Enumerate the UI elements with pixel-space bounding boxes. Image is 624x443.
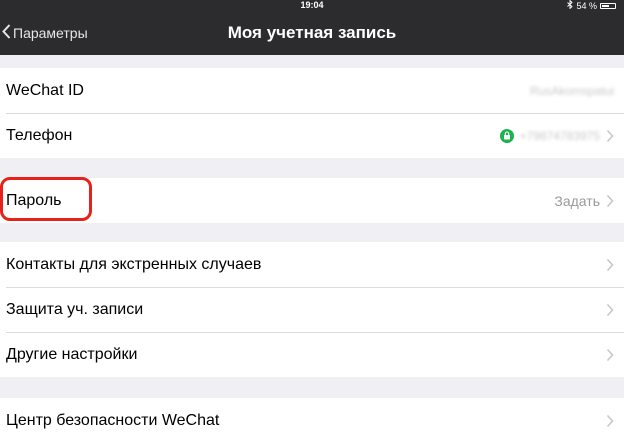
other-settings-label: Другие настройки	[6, 345, 138, 363]
phone-value-area: +79874783975	[499, 128, 614, 143]
security-settings-group: Контакты для экстренных случаев Защита у…	[0, 242, 624, 377]
chevron-right-icon	[606, 303, 614, 316]
password-value-area: Задать	[554, 193, 614, 209]
status-time: 19:04	[300, 0, 324, 10]
emergency-contacts-label: Контакты для экстренных случаев	[6, 255, 262, 273]
other-settings-row[interactable]: Другие настройки	[0, 332, 624, 377]
chevron-right-icon	[606, 129, 614, 142]
lock-icon	[499, 128, 514, 143]
account-protection-label: Защита уч. записи	[6, 300, 144, 318]
battery-icon	[600, 3, 616, 9]
phone-value: +79874783975	[519, 128, 600, 143]
chevron-right-icon	[606, 414, 614, 427]
security-center-row[interactable]: Центр безопасности WeChat	[0, 398, 624, 443]
password-value: Задать	[554, 192, 600, 209]
account-protection-row[interactable]: Защита уч. записи	[0, 287, 624, 332]
emergency-contacts-arrow-area	[606, 258, 614, 272]
account-protection-arrow-area	[606, 303, 614, 317]
wechat-id-value-area: RusAkomspatui	[530, 84, 614, 98]
phone-row[interactable]: Телефон +79874783975	[0, 113, 624, 158]
page-title: Моя учетная запись	[227, 23, 397, 42]
account-info-group: WeChat ID RusAkomspatui Телефон +7987478…	[0, 68, 624, 158]
battery-percent: 54 %	[576, 0, 597, 11]
security-center-arrow-area	[606, 414, 614, 428]
emergency-contacts-row[interactable]: Контакты для экстренных случаев	[0, 242, 624, 287]
other-settings-arrow-area	[606, 348, 614, 362]
password-label: Пароль	[6, 191, 62, 209]
password-row[interactable]: Пароль Задать	[0, 178, 624, 223]
wechat-id-value: RusAkomspatui	[529, 83, 614, 98]
chevron-left-icon	[2, 24, 13, 42]
back-button[interactable]: Параметры	[2, 11, 88, 55]
status-bar: 19:04 54 %	[0, 0, 624, 11]
security-center-group: Центр безопасности WeChat	[0, 398, 624, 443]
phone-label: Телефон	[6, 126, 73, 144]
back-button-label: Параметры	[13, 25, 88, 41]
password-group: Пароль Задать	[0, 178, 624, 223]
chevron-right-icon	[606, 348, 614, 361]
chevron-right-icon	[606, 258, 614, 271]
navigation-bar: Параметры Моя учетная запись	[0, 11, 624, 55]
security-center-label: Центр безопасности WeChat	[6, 411, 220, 429]
wechat-id-row[interactable]: WeChat ID RusAkomspatui	[0, 68, 624, 113]
chevron-right-icon	[606, 194, 614, 207]
wechat-id-label: WeChat ID	[6, 81, 84, 99]
